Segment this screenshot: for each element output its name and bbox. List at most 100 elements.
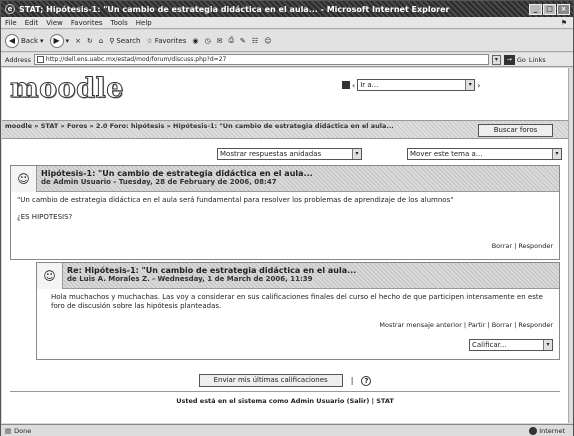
back-button[interactable]: ◀ Back ▾ [5,33,44,48]
jump-select[interactable]: Ir a... ▾ [357,79,476,91]
chevron-down-icon: ▾ [543,340,552,350]
go-label: Go [516,55,526,64]
favorites-button[interactable]: ☆ Favorites [146,37,186,45]
avatar[interactable]: ☺ [11,166,37,192]
print-icon[interactable]: ⎙ [228,36,234,45]
back-dropdown-icon[interactable]: ▾ [40,37,44,45]
menu-view[interactable]: View [46,19,63,27]
forum-post-reply: ☺ Re: Hipótesis-1: "Un cambio de estrate… [36,262,560,360]
page-content: moodle ‹ Ir a... ▾ › moodle » STAT » For… [2,68,568,423]
menu-file[interactable]: File [5,19,17,27]
menu-bar: File Edit View Favorites Tools Help ⚑ [1,17,573,29]
post-subject: Hipótesis-1: "Un cambio de estrategia di… [41,169,313,178]
post-message: "Un cambio de estrategia didáctica en el… [17,196,454,204]
security-zone: Internet [529,426,565,435]
move-discussion-value: Mover este tema a... [410,150,483,158]
post-body: "Un cambio de estrategia didáctica en el… [11,192,559,259]
status-text: Done [14,426,32,435]
edit-icon[interactable]: ✎ [240,37,246,45]
navigation-bar: moodle » STAT » Foros » 2.0 Foro: hipóte… [2,120,568,139]
post-author[interactable]: de Admin Usuario - Tuesday, 28 de Februa… [41,178,313,186]
home-icon[interactable]: ⌂ [99,37,103,45]
maximize-icon[interactable]: □ [543,3,556,15]
separator: | [350,376,354,385]
toolbar: ◀ Back ▾ ▶ ▾ × ↻ ⌂ ⚲ Search ☆ Favorites … [1,30,573,52]
menu-help[interactable]: Help [136,19,152,27]
post-header: ☺ Hipótesis-1: "Un cambio de estrategia … [11,166,559,192]
back-label: Back [21,36,38,45]
search-forums-button[interactable]: Buscar foros [478,124,553,137]
address-dropdown-icon[interactable]: ▾ [491,54,501,65]
address-label: Address [5,55,31,64]
vertical-scrollbar[interactable] [568,68,573,423]
forum-post: ☺ Hipótesis-1: "Un cambio de estrategia … [10,165,560,260]
zone-label: Internet [539,426,565,435]
post-titles: Re: Hipótesis-1: "Un cambio de estrategi… [63,263,360,288]
next-activity-icon[interactable]: › [477,81,480,90]
done-page-icon: ▤ [5,426,12,435]
display-mode-value: Mostrar respuestas anidadas [220,150,322,158]
chevron-down-icon: ▾ [465,80,475,90]
forward-arrow-icon: ▶ [49,33,64,48]
address-input[interactable]: http://dell.ens.uabc.mx/estad/mod/forum/… [33,54,489,65]
window-controls: _ □ × [529,3,570,15]
address-url: http://dell.ens.uabc.mx/estad/mod/forum/… [45,56,227,63]
chevron-down-icon: ▾ [552,149,561,159]
footer-divider [10,391,560,392]
post-subject: Re: Hipótesis-1: "Un cambio de estrategi… [67,266,357,275]
forward-button[interactable]: ▶ ▾ [49,33,70,48]
chevron-down-icon: ▾ [352,149,361,159]
media-icon[interactable]: ◉ [192,37,198,45]
page-icon [36,56,44,63]
messenger-icon[interactable]: ☺ [264,37,271,45]
rating-value: Calificar... [472,340,507,349]
help-icon[interactable]: ? [361,375,372,386]
activity-icon [342,81,350,89]
rating-select[interactable]: Calificar... ▾ [469,339,553,351]
minimize-icon[interactable]: _ [529,3,542,15]
display-mode-select[interactable]: Mostrar respuestas anidadas ▾ [217,148,362,160]
avatar[interactable]: ☺ [37,263,63,289]
stop-icon[interactable]: × [75,37,81,45]
discuss-icon[interactable]: ☷ [252,37,258,45]
history-icon[interactable]: ◷ [204,37,210,45]
breadcrumb[interactable]: moodle » STAT » Foros » 2.0 Foro: hipóte… [5,122,425,131]
favorites-star-icon: ☆ [146,36,153,45]
send-ratings-button[interactable]: Enviar mis últimas calificaciones [198,374,343,387]
globe-icon [529,426,538,435]
search-icon: ⚲ [109,36,115,45]
windows-flag-icon: ⚑ [560,18,567,27]
forward-dropdown-icon[interactable]: ▾ [66,37,70,45]
previous-activity-icon[interactable]: ‹ [352,81,355,90]
status-bar: ▤ Done Internet [1,424,573,436]
move-discussion-select[interactable]: Mover este tema a... ▾ [407,148,562,160]
post-titles: Hipótesis-1: "Un cambio de estrategia di… [37,166,317,191]
menu-favorites[interactable]: Favorites [71,19,103,27]
go-arrow-icon: → [503,54,515,65]
login-info[interactable]: Usted está en el sistema como Admin Usua… [2,397,568,405]
post-commands[interactable]: Borrar | Responder [492,242,553,251]
browser-window: e STAT; Hipótesis-1: "Un cambio de estra… [0,0,574,436]
refresh-icon[interactable]: ↻ [87,37,93,45]
post-commands[interactable]: Mostrar mensaje anterior | Partir | Borr… [379,321,553,330]
back-arrow-icon: ◀ [5,33,19,48]
search-button[interactable]: ⚲ Search [109,37,140,45]
title-bar: e STAT; Hipótesis-1: "Un cambio de estra… [1,1,573,17]
go-button[interactable]: → Go [503,54,526,65]
menu-edit[interactable]: Edit [25,19,39,27]
post-header: ☺ Re: Hipótesis-1: "Un cambio de estrate… [37,263,559,289]
post-body: Hola muchachos y muchachas. Las voy a co… [37,289,559,359]
post-author[interactable]: de Luis A. Morales Z. - Wednesday, 1 de … [67,275,356,283]
menu-tools[interactable]: Tools [111,19,128,27]
close-icon[interactable]: × [557,3,570,15]
ratings-row: Enviar mis últimas calificaciones | ? [2,374,568,387]
jump-value: Ir a... [360,81,379,89]
links-label[interactable]: Links [529,56,546,64]
window-title: STAT; Hipótesis-1: "Un cambio de estrate… [19,4,450,14]
search-label: Search [116,36,141,45]
mail-icon[interactable]: ✉ [217,37,223,45]
jump-to-menu: ‹ Ir a... ▾ › [342,79,480,91]
ie-icon: e [5,4,15,14]
address-bar: Address http://dell.ens.uabc.mx/estad/mo… [1,53,573,67]
moodle-logo[interactable]: moodle [10,73,124,105]
